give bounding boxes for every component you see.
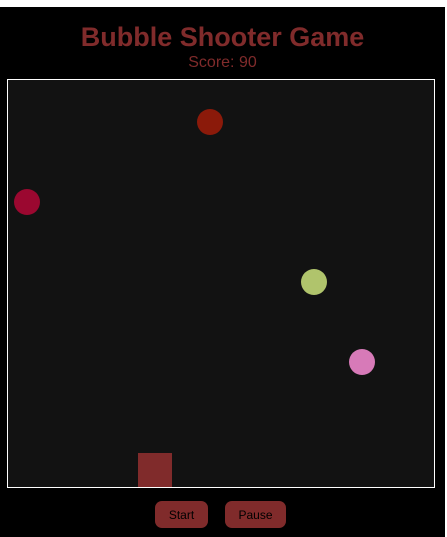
bubble xyxy=(197,109,223,135)
bubble xyxy=(301,269,327,295)
start-button[interactable]: Start xyxy=(155,501,208,528)
bubble xyxy=(14,189,40,215)
game-container: Bubble Shooter Game Score: 90 Start Paus… xyxy=(0,7,445,537)
shooter-cannon[interactable] xyxy=(138,453,172,487)
bubble xyxy=(349,349,375,375)
score-display: Score: 90 xyxy=(188,54,257,71)
game-title: Bubble Shooter Game xyxy=(80,22,365,52)
game-board[interactable] xyxy=(7,79,435,488)
pause-button[interactable]: Pause xyxy=(225,501,286,528)
